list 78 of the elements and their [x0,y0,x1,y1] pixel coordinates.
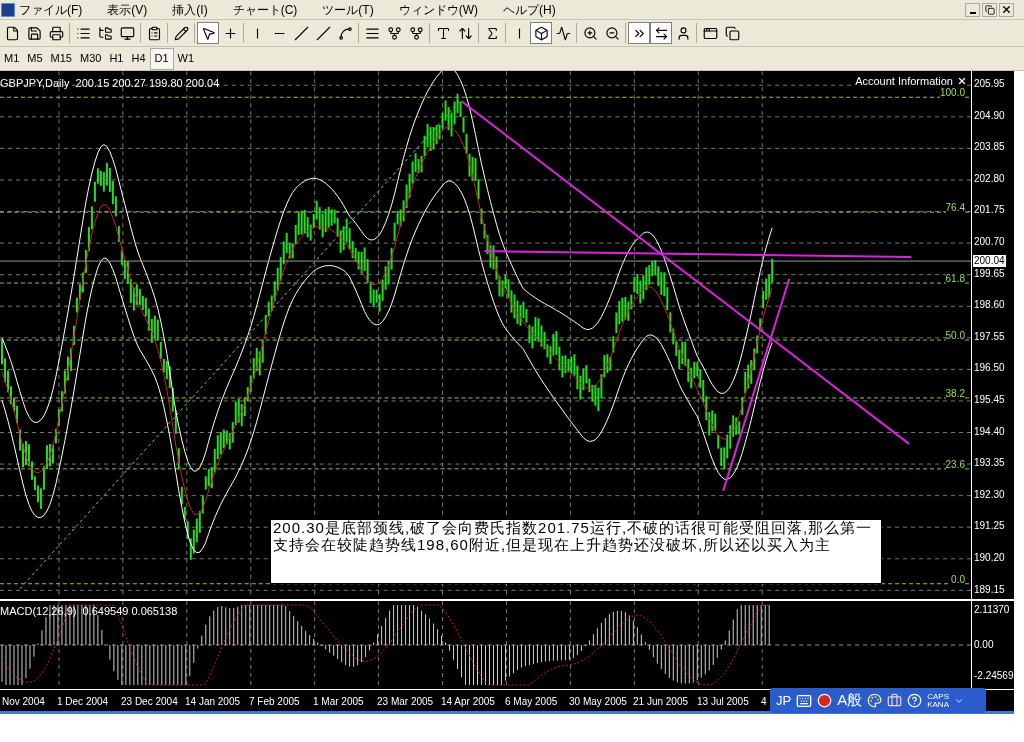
date-axis-label: Nov 2004 [2,695,45,709]
date-axis-label: 14 Jan 2005 [185,695,241,709]
menu-item[interactable]: 挿入(I) [172,0,208,19]
price-tick-label: 201.75 [974,205,1005,216]
price-tick-label: 190.20 [974,553,1005,563]
fibonacci-level-label: 0.0 [951,575,965,585]
date-axis-label: 4 [761,695,767,709]
price-tick-label: 194.40 [974,426,1005,437]
timeframe-button[interactable]: M1 [0,47,24,70]
date-axis-label: 14 Apr 2005 [441,695,495,709]
account-panel-title: Account Information [855,74,953,88]
price-tick-label: 199.65 [974,268,1005,279]
caps-indicator: CAPS [927,692,949,701]
close-icon[interactable] [999,2,1014,17]
menu-item[interactable]: ウィンドウ(W) [398,0,478,19]
help-icon[interactable] [907,693,923,708]
fibonacci-level-label: 61.8 [945,274,965,284]
fibonacci-level-label: 100.0 [939,88,965,98]
price-tick-label: 205.95 [974,79,1005,89]
price-tick-label: 204.90 [974,110,1005,121]
price-tick-label: 197.55 [974,331,1005,342]
cursor-icon[interactable] [197,22,219,44]
menu-item[interactable]: チャート(C) [232,0,298,19]
fibonacci-level-label: 23.6 [945,460,965,470]
price-tick-label: 196.50 [974,363,1005,374]
macd-header: MACD(12,26,9) 0.649549 0.065138 [0,604,178,619]
date-axis-label: 30 May 2005 [569,695,627,709]
date-axis-label: 21 Jun 2005 [633,695,689,709]
ball-icon[interactable] [817,693,833,708]
current-price-label: 200.04 [973,255,1006,267]
close-icon[interactable] [957,76,967,87]
date-axis-label: 13 Jul 2005 [697,695,749,709]
macd-tick-label: -2.24569 [974,671,1014,681]
price-tick-label: 192.30 [974,489,1005,500]
kana-indicator: KANA [927,700,949,709]
chart-shift-icon[interactable] [650,22,672,44]
macd-tick-label: 0.00 [974,640,994,650]
timeframe-button[interactable]: M5 [23,47,47,70]
minimize-icon[interactable] [965,2,980,17]
timeframe-button[interactable]: D1 [149,47,174,70]
candlestick-icon[interactable] [530,22,552,44]
price-tick-label: 200.70 [974,237,1005,247]
restore-icon[interactable] [982,2,997,17]
auto-scroll-icon[interactable] [628,22,650,44]
price-tick-label: 195.45 [974,395,1005,405]
menu-item[interactable]: ツール(T) [322,0,374,19]
date-axis-label: 7 Feb 2005 [249,695,300,709]
keyboard-icon[interactable] [796,692,813,709]
fibonacci-level-label: 76.4 [945,203,965,213]
toolbox-icon[interactable] [887,693,903,708]
date-axis-label: 1 Mar 2005 [313,695,364,709]
note-box: 200.30是底部颈线,破了会向费氏指数201.75运行,不破的话很可能受阻回落,那么第一支持会在较陡趋势线198,60附近,但是现在上升趋势还没破坏,所以还以买入为主 [270,519,882,584]
palette-icon[interactable] [867,693,883,708]
ime-language-label[interactable]: JP [776,690,792,711]
price-tick-label: 198.60 [974,300,1005,311]
date-axis-label: 23 Mar 2005 [377,695,434,709]
app-icon[interactable] [1,2,15,17]
date-axis-label: 23 Dec 2004 [121,695,178,709]
macd-tick-label: 2.11370 [974,605,1010,615]
timeframe-button[interactable]: W1 [173,47,199,70]
date-axis-label: 6 May 2005 [505,695,558,709]
price-tick-label: 191.25 [974,521,1005,532]
menu-item[interactable]: ヘルプ(H) [503,0,556,19]
fibonacci-level-label: 50.0 [945,331,965,341]
price-tick-label: 193.35 [974,458,1005,469]
price-tick-label: 189.15 [974,584,1005,595]
timeframe-button[interactable]: H4 [127,47,150,70]
timeframe-button[interactable]: M15 [46,47,76,70]
fibonacci-level-label: 38.2 [945,389,965,399]
timeframe-button[interactable]: M30 [75,47,106,70]
menu-item[interactable]: ファイル(F) [19,0,83,19]
input-mode-label[interactable]: A般 [837,689,863,712]
price-tick-label: 203.85 [974,142,1005,153]
timeframe-button[interactable]: H1 [105,47,128,70]
price-tick-label: 202.80 [974,173,1005,184]
menu-item[interactable]: 表示(V) [107,0,148,19]
date-axis-label: 1 Dec 2004 [57,695,109,709]
chart-header: GBPJPY,Daily 200.15 200.27 199.80 200.04 [0,76,220,91]
